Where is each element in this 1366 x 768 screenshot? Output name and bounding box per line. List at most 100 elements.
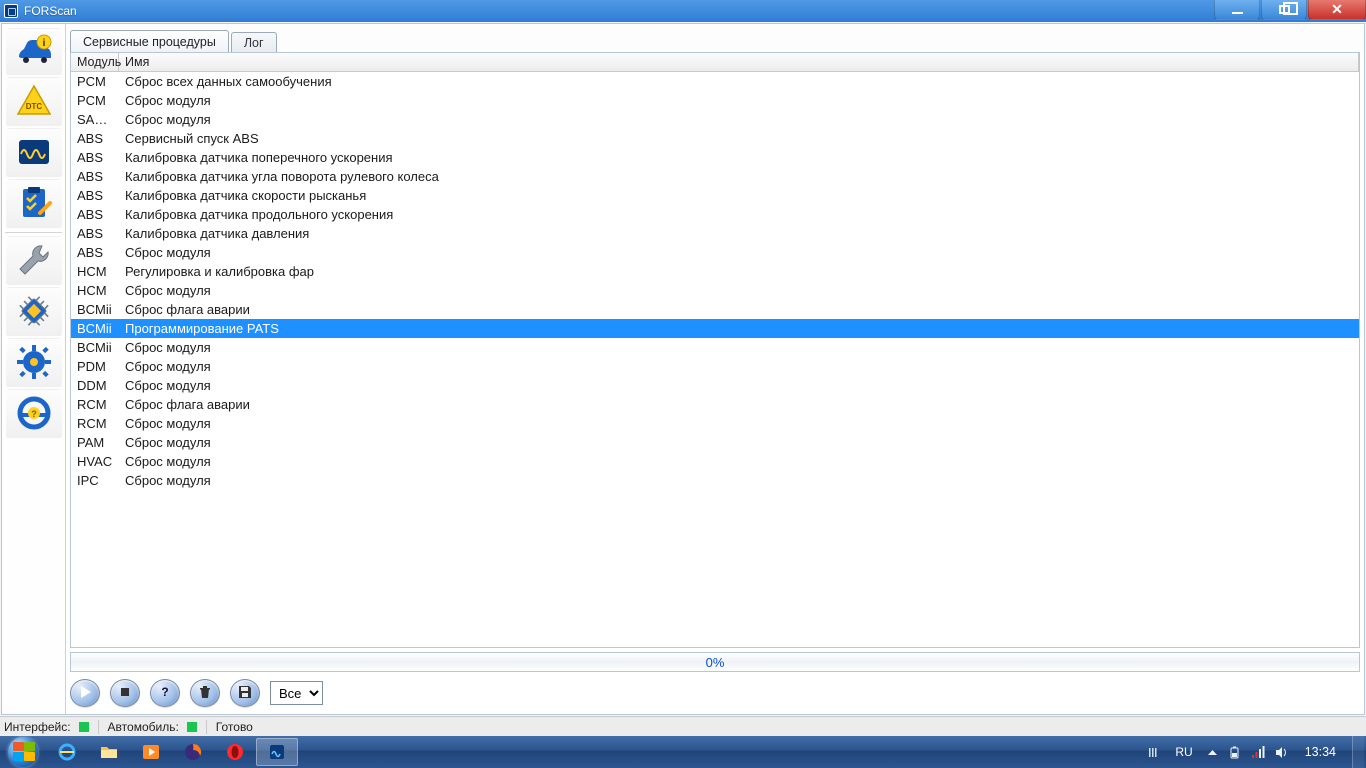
window-close-button[interactable]: ✕ — [1308, 0, 1366, 20]
column-header-name[interactable]: Имя — [119, 53, 1359, 71]
table-row[interactable]: PAMСброс модуля — [71, 433, 1359, 452]
procedures-table: Модуль Имя PCMСброс всех данных самообуч… — [70, 52, 1360, 648]
table-row[interactable]: BCMiiСброс флага аварии — [71, 300, 1359, 319]
opera-icon — [225, 742, 245, 762]
save-button[interactable] — [230, 679, 260, 707]
steering-help-icon: ? — [14, 393, 54, 436]
forscan-icon — [267, 742, 287, 762]
cell-module: ABS — [71, 168, 119, 185]
sidebar-item-settings[interactable] — [6, 338, 62, 388]
window-title: FORScan — [22, 4, 77, 18]
window-titlebar: FORScan ✕ — [0, 0, 1366, 22]
delete-button[interactable] — [190, 679, 220, 707]
table-row[interactable]: ABSКалибровка датчика продольного ускоре… — [71, 205, 1359, 224]
table-row[interactable]: ABSСервисный спуск ABS — [71, 129, 1359, 148]
sidebar-item-dtc[interactable]: DTC — [6, 77, 62, 127]
cell-name: Сброс модуля — [119, 472, 1359, 489]
cell-module: ABS — [71, 187, 119, 204]
cell-module: RCM — [71, 415, 119, 432]
taskbar-item-forscan[interactable] — [256, 738, 298, 766]
cell-name: Сброс модуля — [119, 453, 1359, 470]
taskbar-item-opera[interactable] — [214, 738, 256, 766]
window-maximize-button[interactable] — [1261, 0, 1307, 20]
tab-service-procedures[interactable]: Сервисные процедуры — [70, 30, 229, 52]
table-row[interactable]: ABSКалибровка датчика давления — [71, 224, 1359, 243]
taskbar-item-internet-explorer[interactable] — [46, 738, 88, 766]
table-row[interactable]: HVACСброс модуля — [71, 452, 1359, 471]
table-row[interactable]: ABSСброс модуля — [71, 243, 1359, 262]
table-row[interactable]: ABSКалибровка датчика поперечного ускоре… — [71, 148, 1359, 167]
start-button[interactable] — [0, 736, 46, 768]
save-icon — [237, 684, 253, 703]
table-row[interactable]: BCMiiСброс модуля — [71, 338, 1359, 357]
tray-separator-icon[interactable] — [1148, 745, 1163, 760]
table-row[interactable]: BCMiiПрограммирование PATS — [71, 319, 1359, 338]
internet-explorer-icon — [57, 742, 77, 762]
chip-icon — [14, 291, 54, 334]
tabs: Сервисные процедуры Лог — [66, 24, 1364, 52]
sidebar-item-tests[interactable] — [6, 179, 62, 229]
help-button[interactable]: ? — [150, 679, 180, 707]
sidebar-item-vehicle-info[interactable]: i — [6, 28, 62, 76]
table-row[interactable]: DDMСброс модуля — [71, 376, 1359, 395]
cell-name: Программирование PATS — [119, 320, 1359, 337]
sidebar-item-live-data[interactable] — [6, 128, 62, 178]
show-hidden-icons-icon[interactable] — [1205, 745, 1220, 760]
status-vehicle-label: Автомобиль: — [108, 720, 179, 734]
taskbar-item-file-explorer[interactable] — [88, 738, 130, 766]
cell-module: PCM — [71, 73, 119, 90]
bottom-toolbar: ? Все — [70, 676, 1360, 710]
progress-text: 0% — [706, 655, 725, 670]
taskbar-clock[interactable]: 13:34 — [1297, 745, 1344, 759]
sidebar-item-help[interactable]: ? — [6, 389, 62, 439]
cell-name: Сброс модуля — [119, 282, 1359, 299]
sidebar: i DTC — [2, 24, 66, 714]
table-row[interactable]: RCMСброс флага аварии — [71, 395, 1359, 414]
sidebar-item-service[interactable] — [6, 236, 62, 286]
window-minimize-button[interactable] — [1214, 0, 1260, 20]
volume-icon[interactable] — [1274, 745, 1289, 760]
taskbar-item-firefox[interactable] — [172, 738, 214, 766]
table-row[interactable]: RCMСброс модуля — [71, 414, 1359, 433]
column-header-module[interactable]: Модуль — [71, 53, 119, 71]
cell-module: SASM — [71, 111, 119, 128]
table-row[interactable]: HCMСброс модуля — [71, 281, 1359, 300]
network-icon[interactable] — [1251, 745, 1266, 760]
cell-name: Сброс модуля — [119, 415, 1359, 432]
sidebar-item-config[interactable] — [6, 287, 62, 337]
cell-name: Калибровка датчика скорости рысканья — [119, 187, 1359, 204]
svg-text:DTC: DTC — [25, 102, 42, 111]
trash-icon — [197, 684, 213, 703]
table-row[interactable]: PCMСброс модуля — [71, 91, 1359, 110]
table-row[interactable]: SASMСброс модуля — [71, 110, 1359, 129]
cell-name: Калибровка датчика продольного ускорения — [119, 206, 1359, 223]
vehicle-status-indicator — [187, 722, 197, 732]
battery-icon[interactable] — [1228, 745, 1243, 760]
show-desktop-button[interactable] — [1352, 736, 1364, 768]
table-row[interactable]: IPCСброс модуля — [71, 471, 1359, 490]
cell-module: IPC — [71, 472, 119, 489]
cell-name: Сброс флага аварии — [119, 396, 1359, 413]
table-row[interactable]: PDMСброс модуля — [71, 357, 1359, 376]
cell-module: RCM — [71, 396, 119, 413]
cell-module: PAM — [71, 434, 119, 451]
table-row[interactable]: ABSКалибровка датчика угла поворота руле… — [71, 167, 1359, 186]
cell-name: Сброс модуля — [119, 377, 1359, 394]
play-icon — [77, 684, 93, 703]
table-row[interactable]: ABSКалибровка датчика скорости рысканья — [71, 186, 1359, 205]
cell-module: ABS — [71, 206, 119, 223]
tab-log[interactable]: Лог — [231, 32, 277, 52]
cell-name: Сброс модуля — [119, 111, 1359, 128]
table-row[interactable]: HCMРегулировка и калибровка фар — [71, 262, 1359, 281]
cell-name: Сервисный спуск ABS — [119, 130, 1359, 147]
gear-icon — [14, 342, 54, 385]
table-row[interactable]: PCMСброс всех данных самообучения — [71, 72, 1359, 91]
language-indicator[interactable]: RU — [1171, 745, 1196, 759]
cell-module: BCMii — [71, 320, 119, 337]
filter-select[interactable]: Все — [270, 681, 323, 705]
oscilloscope-icon — [14, 132, 54, 175]
run-button[interactable] — [70, 679, 100, 707]
stop-button[interactable] — [110, 679, 140, 707]
taskbar-item-media-player[interactable] — [130, 738, 172, 766]
media-player-icon — [141, 742, 161, 762]
